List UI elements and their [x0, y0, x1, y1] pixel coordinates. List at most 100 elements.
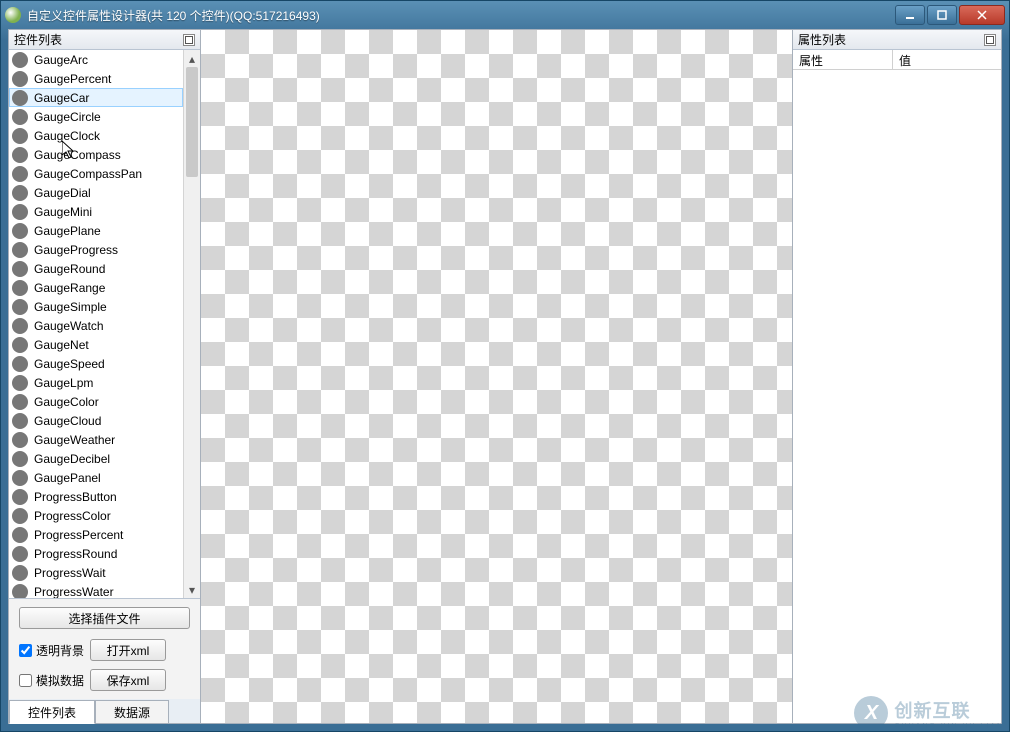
list-item-label: GaugeWatch	[34, 319, 104, 333]
list-item[interactable]: ProgressColor	[9, 506, 183, 525]
scroll-thumb[interactable]	[186, 67, 198, 177]
sidebar-bottom: 选择插件文件 透明背景 打开xml 模拟数据 保存xml	[9, 598, 200, 699]
list-item[interactable]: GaugeCompassPan	[9, 164, 183, 183]
list-item[interactable]: GaugeClock	[9, 126, 183, 145]
app-icon	[5, 7, 21, 23]
list-item[interactable]: GaugeSimple	[9, 297, 183, 316]
list-item-label: ProgressButton	[34, 490, 117, 504]
undock-icon[interactable]	[183, 34, 195, 46]
design-canvas[interactable]	[201, 29, 792, 724]
list-item[interactable]: GaugeDial	[9, 183, 183, 202]
list-item-label: GaugeCompass	[34, 148, 121, 162]
list-item[interactable]: ProgressWait	[9, 563, 183, 582]
list-item-label: GaugeCloud	[34, 414, 101, 428]
gauge-icon	[12, 52, 28, 68]
mock-data-input[interactable]	[19, 674, 32, 687]
list-item[interactable]: GaugeWatch	[9, 316, 183, 335]
list-item-label: GaugeWeather	[34, 433, 115, 447]
select-plugin-button[interactable]: 选择插件文件	[19, 607, 190, 629]
titlebar[interactable]: 自定义控件属性设计器(共 120 个控件)(QQ:517216493)	[1, 1, 1009, 29]
list-item-label: GaugeCar	[34, 91, 89, 105]
list-item-label: ProgressColor	[34, 509, 111, 523]
property-panel: 属性列表 属性 值	[792, 29, 1002, 724]
list-item-label: GaugeMini	[34, 205, 92, 219]
list-item-label: GaugeSpeed	[34, 357, 105, 371]
list-item-label: GaugeProgress	[34, 243, 118, 257]
list-item[interactable]: GaugeCompass	[9, 145, 183, 164]
scroll-down-icon[interactable]: ▾	[184, 581, 200, 598]
gauge-icon	[12, 489, 28, 505]
list-item[interactable]: GaugePercent	[9, 69, 183, 88]
list-item[interactable]: GaugeColor	[9, 392, 183, 411]
gauge-icon	[12, 337, 28, 353]
list-item[interactable]: GaugeMini	[9, 202, 183, 221]
tab-datasource[interactable]: 数据源	[95, 700, 169, 724]
minimize-button[interactable]	[895, 5, 925, 25]
list-item-label: GaugeNet	[34, 338, 89, 352]
scroll-up-icon[interactable]: ▴	[184, 50, 200, 67]
list-item-label: GaugeCircle	[34, 110, 101, 124]
gauge-icon	[12, 508, 28, 524]
list-item[interactable]: GaugeLpm	[9, 373, 183, 392]
transparent-bg-input[interactable]	[19, 644, 32, 657]
list-item[interactable]: GaugeDecibel	[9, 449, 183, 468]
list-item[interactable]: ProgressWater	[9, 582, 183, 598]
gauge-icon	[12, 299, 28, 315]
gauge-icon	[12, 71, 28, 87]
sidebar: 控件列表 GaugeArc GaugePercent GaugeCar GaugeCi…	[8, 29, 201, 724]
list-item[interactable]: GaugeCircle	[9, 107, 183, 126]
sidebar-title: 控件列表	[14, 31, 62, 48]
gauge-icon	[12, 280, 28, 296]
scrollbar[interactable]: ▴ ▾	[183, 50, 200, 598]
gauge-icon	[12, 128, 28, 144]
transparent-bg-checkbox[interactable]: 透明背景	[19, 642, 84, 659]
list-item[interactable]: GaugeArc	[9, 50, 183, 69]
control-list[interactable]: GaugeArc GaugePercent GaugeCar GaugeCircle G…	[9, 50, 200, 598]
list-item[interactable]: GaugeRange	[9, 278, 183, 297]
list-item[interactable]: GaugeWeather	[9, 430, 183, 449]
list-item-label: GaugePanel	[34, 471, 101, 485]
gauge-icon	[12, 394, 28, 410]
save-xml-button[interactable]: 保存xml	[90, 669, 166, 691]
list-item[interactable]: ProgressRound	[9, 544, 183, 563]
list-item[interactable]: GaugeCar	[9, 88, 183, 107]
gauge-icon	[12, 356, 28, 372]
maximize-button[interactable]	[927, 5, 957, 25]
gauge-icon	[12, 166, 28, 182]
tab-control-list[interactable]: 控件列表	[9, 700, 95, 724]
list-item-label: GaugePlane	[34, 224, 101, 238]
list-item-label: GaugePercent	[34, 72, 111, 86]
list-item-label: ProgressRound	[34, 547, 117, 561]
list-item-label: GaugeDial	[34, 186, 91, 200]
list-item[interactable]: GaugePanel	[9, 468, 183, 487]
list-item[interactable]: GaugeRound	[9, 259, 183, 278]
list-item[interactable]: ProgressButton	[9, 487, 183, 506]
gauge-icon	[12, 109, 28, 125]
list-item[interactable]: GaugePlane	[9, 221, 183, 240]
gauge-icon	[12, 527, 28, 543]
gauge-icon	[12, 261, 28, 277]
gauge-icon	[12, 318, 28, 334]
list-item[interactable]: GaugeProgress	[9, 240, 183, 259]
list-item-label: GaugeRound	[34, 262, 105, 276]
list-item[interactable]: ProgressPercent	[9, 525, 183, 544]
list-item[interactable]: GaugeNet	[9, 335, 183, 354]
undock-icon[interactable]	[984, 34, 996, 46]
open-xml-button[interactable]: 打开xml	[90, 639, 166, 661]
list-item-label: GaugeRange	[34, 281, 105, 295]
gauge-icon	[12, 451, 28, 467]
list-item-label: ProgressWater	[34, 585, 114, 599]
property-panel-header: 属性列表	[793, 30, 1001, 50]
list-item[interactable]: GaugeSpeed	[9, 354, 183, 373]
property-panel-title: 属性列表	[798, 31, 846, 48]
list-item-label: GaugeColor	[34, 395, 99, 409]
list-item-label: GaugeLpm	[34, 376, 93, 390]
client-area: 控件列表 GaugeArc GaugePercent GaugeCar GaugeCi…	[8, 29, 1002, 724]
close-button[interactable]	[959, 5, 1005, 25]
gauge-icon	[12, 413, 28, 429]
list-item[interactable]: GaugeCloud	[9, 411, 183, 430]
list-item-label: ProgressPercent	[34, 528, 123, 542]
property-table[interactable]: 属性 值	[793, 50, 1001, 723]
window-frame: 自定义控件属性设计器(共 120 个控件)(QQ:517216493) 控件列表…	[0, 0, 1010, 732]
mock-data-checkbox[interactable]: 模拟数据	[19, 672, 84, 689]
